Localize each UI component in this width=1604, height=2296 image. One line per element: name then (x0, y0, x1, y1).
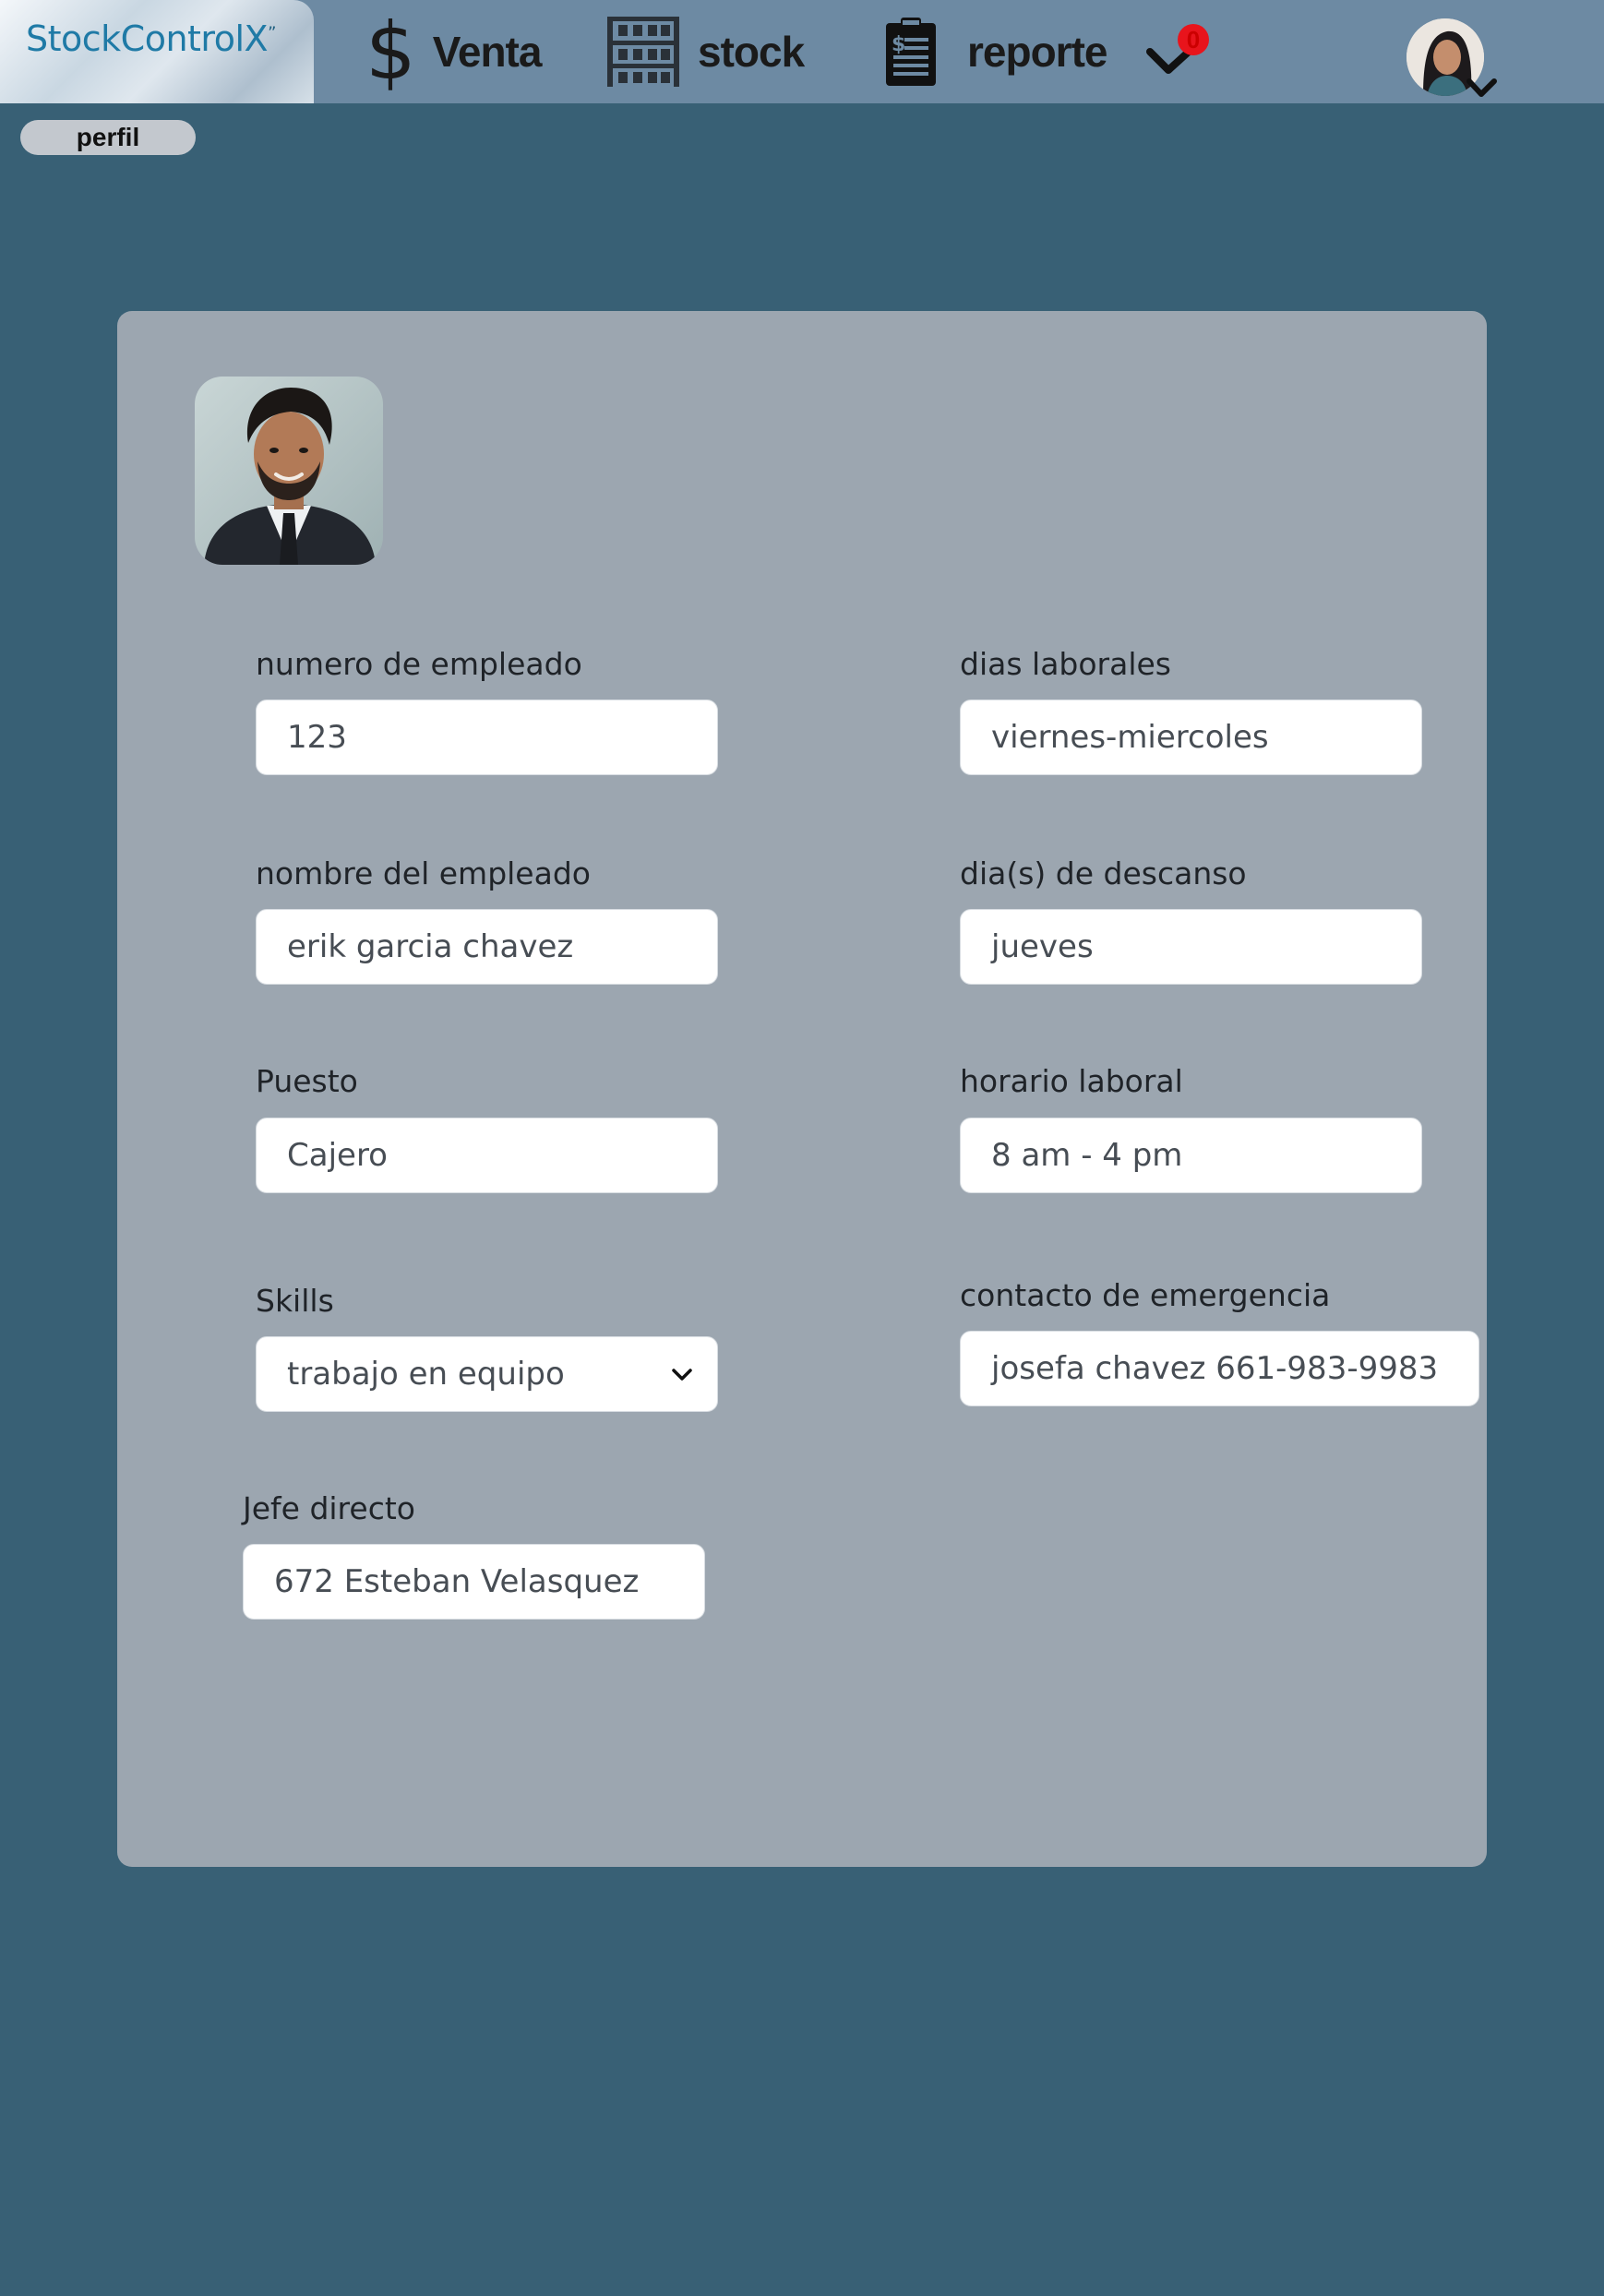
contacto-emergencia-label: contacto de emergencia (960, 1277, 1331, 1313)
dias-descanso-label: dia(s) de descanso (960, 855, 1247, 891)
contacto-emergencia-field[interactable]: josefa chavez 661-983-9983 (960, 1331, 1479, 1406)
shelves-icon (605, 15, 681, 89)
skills-label: Skills (256, 1283, 334, 1319)
nav-venta-label: Venta (432, 28, 543, 76)
nombre-empleado-field[interactable]: erik garcia chavez (256, 909, 718, 985)
nombre-empleado-label: nombre del empleado (256, 855, 591, 891)
jefe-directo-label: Jefe directo (243, 1490, 415, 1526)
chevron-down-icon[interactable] (1466, 76, 1499, 102)
nav-stock[interactable]: stock (605, 0, 805, 103)
app-logo[interactable]: StockControlX” (0, 0, 314, 103)
dias-descanso-field[interactable]: jueves (960, 909, 1422, 985)
numero-empleado-field[interactable]: 123 (256, 700, 718, 775)
nav-venta[interactable]: $ Venta (365, 0, 543, 103)
skills-select[interactable]: trabajo en equipo (256, 1336, 718, 1412)
employee-photo (195, 377, 383, 565)
svg-text:$: $ (892, 33, 905, 56)
logo-text: StockControlX” (26, 18, 276, 59)
dollar-icon: $ (365, 6, 416, 98)
notification-badge: 0 (1178, 24, 1209, 55)
top-navigation-bar: StockControlX” $ Venta stock $ reporte 0 (0, 0, 1604, 103)
nav-reporte-label: reporte (967, 28, 1107, 76)
breadcrumb-perfil[interactable]: perfil (20, 120, 196, 155)
jefe-directo-field[interactable]: 672 Esteban Velasquez (243, 1544, 705, 1620)
numero-empleado-label: numero de empleado (256, 646, 582, 682)
nav-stock-label: stock (698, 28, 805, 76)
dias-laborales-field[interactable]: viernes-miercoles (960, 700, 1422, 775)
nav-reporte[interactable]: $ reporte (884, 0, 1107, 103)
report-clipboard-icon: $ (884, 16, 938, 88)
dias-laborales-label: dias laborales (960, 646, 1172, 682)
horario-laboral-label: horario laboral (960, 1063, 1183, 1099)
puesto-field[interactable]: Cajero (256, 1118, 718, 1193)
chevron-down-icon (672, 1369, 692, 1381)
puesto-label: Puesto (256, 1063, 358, 1099)
horario-laboral-field[interactable]: 8 am - 4 pm (960, 1118, 1422, 1193)
